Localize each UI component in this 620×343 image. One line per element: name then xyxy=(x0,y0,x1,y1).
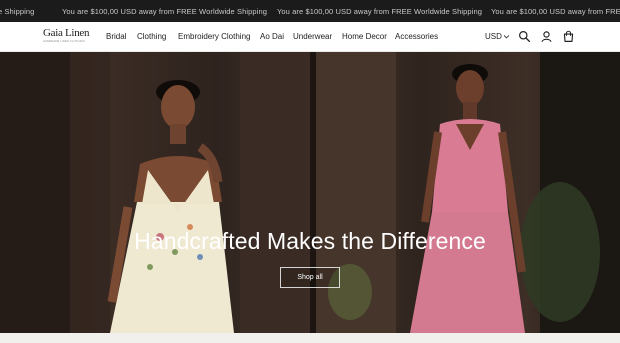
nav-item-underwear[interactable]: Underwear xyxy=(293,32,332,41)
logo-name: Gaia Linen xyxy=(43,27,90,39)
account-icon[interactable] xyxy=(540,30,553,43)
nav-item-bridal[interactable]: Bridal xyxy=(106,32,126,41)
announcement-text: You are $100,00 USD away from FREE World… xyxy=(277,7,482,16)
hero-image xyxy=(0,52,620,333)
currency-selector[interactable]: USD xyxy=(485,32,502,41)
announcement-bar: e Shipping You are $100,00 USD away from… xyxy=(0,0,620,22)
announcement-text: You are $100,00 USD away from FREE World… xyxy=(491,7,620,16)
logo[interactable]: Gaia Linen HANDMADE LINEN CLOTHING xyxy=(43,28,91,46)
shop-all-button[interactable]: Shop all xyxy=(280,267,340,288)
nav-item-accessories[interactable]: Accessories xyxy=(395,32,438,41)
nav-item-embroidery-clothing[interactable]: Embroidery Clothing xyxy=(178,32,250,41)
cart-icon[interactable] xyxy=(562,30,575,43)
nav-item-clothing[interactable]: Clothing xyxy=(137,32,166,41)
logo-tagline: HANDMADE LINEN CLOTHING xyxy=(43,40,85,43)
page-strip xyxy=(0,333,620,343)
hero-banner: Handcrafted Makes the Difference Shop al… xyxy=(0,52,620,333)
announcement-text: You are $100,00 USD away from FREE World… xyxy=(62,7,267,16)
hero-title: Handcrafted Makes the Difference xyxy=(134,228,486,254)
site-header: Gaia Linen HANDMADE LINEN CLOTHING Brida… xyxy=(0,22,620,52)
nav-item-ao-dai[interactable]: Ao Dai xyxy=(260,32,284,41)
nav-item-home-decor[interactable]: Home Decor xyxy=(342,32,387,41)
announcement-text: e Shipping xyxy=(0,7,35,16)
chevron-down-icon[interactable] xyxy=(503,33,510,40)
search-icon[interactable] xyxy=(518,30,531,43)
